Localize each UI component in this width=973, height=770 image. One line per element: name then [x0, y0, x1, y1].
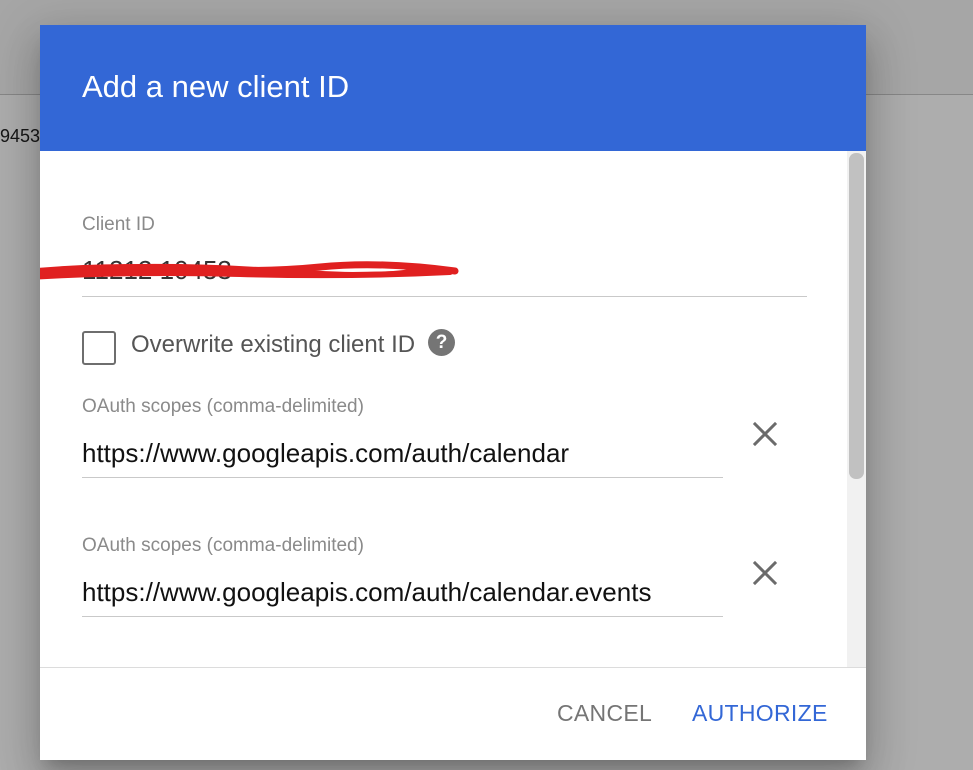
- authorize-button[interactable]: AUTHORIZE: [692, 700, 828, 727]
- scope-underline: [82, 477, 723, 478]
- client-id-underline: [82, 296, 807, 297]
- close-icon[interactable]: [750, 558, 780, 588]
- dialog-header: Add a new client ID: [40, 25, 866, 151]
- scope-input[interactable]: https://www.googleapis.com/auth/calendar…: [82, 577, 651, 608]
- overwrite-checkbox[interactable]: [82, 331, 116, 365]
- redaction-scribble: [40, 261, 459, 280]
- help-icon[interactable]: ?: [428, 329, 455, 356]
- dialog-content: Client ID 11212 10453 Overwrite existing…: [40, 151, 866, 667]
- scope-label: OAuth scopes (comma-delimited): [82, 396, 364, 417]
- client-id-label: Client ID: [82, 214, 155, 235]
- dialog-footer: CANCEL AUTHORIZE: [40, 667, 866, 760]
- close-icon[interactable]: [750, 419, 780, 449]
- cancel-button[interactable]: CANCEL: [557, 700, 652, 727]
- scope-underline: [82, 616, 723, 617]
- dialog-title: Add a new client ID: [82, 69, 350, 104]
- overwrite-checkbox-label[interactable]: Overwrite existing client ID: [131, 331, 415, 359]
- scope-label: OAuth scopes (comma-delimited): [82, 535, 364, 556]
- scope-input[interactable]: https://www.googleapis.com/auth/calendar: [82, 438, 569, 469]
- scrollbar-thumb[interactable]: [849, 153, 864, 479]
- add-client-id-dialog: Add a new client ID Client ID 11212 1045…: [40, 25, 866, 760]
